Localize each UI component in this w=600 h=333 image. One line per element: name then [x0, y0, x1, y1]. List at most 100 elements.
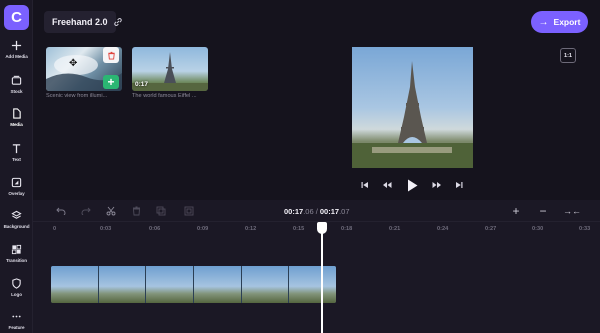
file-icon: [13, 108, 21, 119]
playhead-line[interactable]: [321, 230, 323, 333]
plus-icon: +: [107, 75, 115, 89]
sidebar-item-label: Media: [10, 122, 23, 127]
arrow-right-icon: →: [538, 16, 549, 28]
project-name-field[interactable]: Freehand 2.0: [44, 11, 116, 33]
ruler-tick-label: 0:30: [532, 226, 544, 232]
clip-frame: [51, 266, 99, 303]
sidebar-item-media[interactable]: Media: [0, 108, 33, 140]
sidebar-item-label: Text: [12, 157, 21, 162]
ruler-tick-label: 0:21: [389, 226, 401, 232]
sidebar-item-label: Feature: [8, 325, 25, 330]
sidebar-item-label: Add Media: [5, 54, 28, 59]
ruler-tick-label: 0: [53, 226, 57, 232]
sidebar: C Add Media Stock Media Text Overlay Bac…: [0, 0, 33, 333]
total-time: 00:17: [319, 207, 340, 216]
fit-timeline-button[interactable]: →←: [560, 201, 584, 221]
skip-end-icon: [456, 182, 463, 188]
duplicate-button[interactable]: [155, 205, 167, 217]
media-thumbnail[interactable]: 0:17: [132, 47, 208, 91]
transition-icon: [11, 244, 22, 255]
more-icon: [12, 315, 21, 318]
ruler-tick-label: 0:15: [293, 226, 305, 232]
clip-frame: [146, 266, 195, 303]
delete-media-button[interactable]: [103, 47, 119, 63]
ruler-tick-label: 0:18: [341, 226, 353, 232]
trash-icon: [132, 206, 140, 216]
sidebar-item-label: Transition: [6, 258, 27, 263]
sidebar-item-logo[interactable]: Logo: [0, 278, 33, 310]
app-logo[interactable]: C: [4, 5, 29, 30]
media-caption: The world famous Eiffel ...: [132, 93, 197, 99]
sidebar-item-text[interactable]: Text: [0, 143, 33, 175]
sidebar-item-overlay[interactable]: Overlay: [0, 177, 33, 209]
ruler-tick-label: 0:12: [245, 226, 257, 232]
video-clip-track[interactable]: [51, 266, 336, 303]
skip-to-start-button[interactable]: [360, 179, 370, 191]
sidebar-item-transition[interactable]: Transition: [0, 244, 33, 276]
playhead-handle[interactable]: [317, 222, 327, 234]
fast-forward-button[interactable]: [431, 179, 443, 191]
group-icon: [184, 206, 194, 216]
sidebar-item-background[interactable]: Background: [0, 210, 33, 242]
group-button[interactable]: [183, 205, 195, 217]
total-time-fraction: .07: [339, 207, 350, 216]
export-button[interactable]: → Export: [531, 11, 588, 33]
plus-icon: [11, 40, 22, 51]
redo-icon: [81, 207, 91, 215]
shield-icon: [12, 278, 21, 289]
sidebar-item-feature[interactable]: Feature: [0, 311, 33, 333]
redo-button[interactable]: [80, 205, 92, 217]
ruler-tick-label: 0:03: [100, 226, 112, 232]
sidebar-item-add-media[interactable]: Add Media: [0, 40, 33, 72]
overlay-icon: [11, 177, 22, 188]
ruler-tick-label: 0:06: [149, 226, 161, 232]
add-to-timeline-button[interactable]: +: [103, 75, 119, 89]
skip-start-icon: [361, 182, 368, 188]
sidebar-item-label: Background: [3, 224, 30, 229]
rewind-icon: [383, 182, 392, 188]
fit-icon: →←: [563, 206, 581, 216]
fast-forward-icon: [432, 182, 441, 188]
undo-button[interactable]: [55, 205, 67, 217]
zoom-in-button[interactable]: +: [504, 201, 528, 221]
skip-to-end-button[interactable]: [454, 179, 464, 191]
sidebar-item-label: Overlay: [8, 191, 25, 196]
plus-icon: +: [512, 204, 520, 218]
media-caption: Scenic view from illumi...: [46, 93, 108, 99]
current-time: 00:17: [284, 207, 304, 216]
split-button[interactable]: [105, 205, 117, 217]
layers-icon: [11, 210, 22, 219]
link-icon[interactable]: [113, 17, 123, 27]
clip-frame: [194, 266, 242, 303]
play-icon: [407, 179, 417, 191]
clip-frame: [289, 266, 336, 303]
move-cursor-icon: ✥: [69, 58, 78, 69]
stock-icon: [11, 75, 22, 85]
sidebar-item-label: Stock: [10, 89, 23, 94]
ruler-tick-label: 0:09: [197, 226, 209, 232]
scissors-icon: [106, 206, 116, 216]
trash-icon: [107, 51, 115, 60]
ruler-tick-label: 0:33: [579, 226, 591, 232]
ruler-tick-label: 0:24: [437, 226, 449, 232]
minus-icon: −: [539, 204, 547, 218]
duration-badge: 0:17: [135, 81, 149, 88]
undo-icon: [56, 207, 66, 215]
clip-frame: [98, 266, 147, 303]
sidebar-item-label: Logo: [11, 292, 22, 297]
video-preview[interactable]: [352, 47, 473, 168]
duplicate-icon: [156, 206, 166, 216]
zoom-out-button[interactable]: −: [531, 201, 555, 221]
sidebar-item-stock[interactable]: Stock: [0, 75, 33, 107]
delete-clip-button[interactable]: [130, 205, 142, 217]
rewind-button[interactable]: [381, 179, 393, 191]
export-label: Export: [553, 17, 581, 27]
aspect-ratio-button[interactable]: 1:1: [560, 48, 576, 63]
eiffel-tower-image: [352, 61, 473, 168]
timecode-display: 00:17.06 / 00:17.07: [284, 207, 350, 216]
text-icon: [12, 144, 21, 154]
play-button[interactable]: [406, 177, 418, 193]
ruler-tick-label: 0:27: [485, 226, 497, 232]
clip-frame: [241, 266, 290, 303]
current-time-fraction: .06: [303, 207, 314, 216]
